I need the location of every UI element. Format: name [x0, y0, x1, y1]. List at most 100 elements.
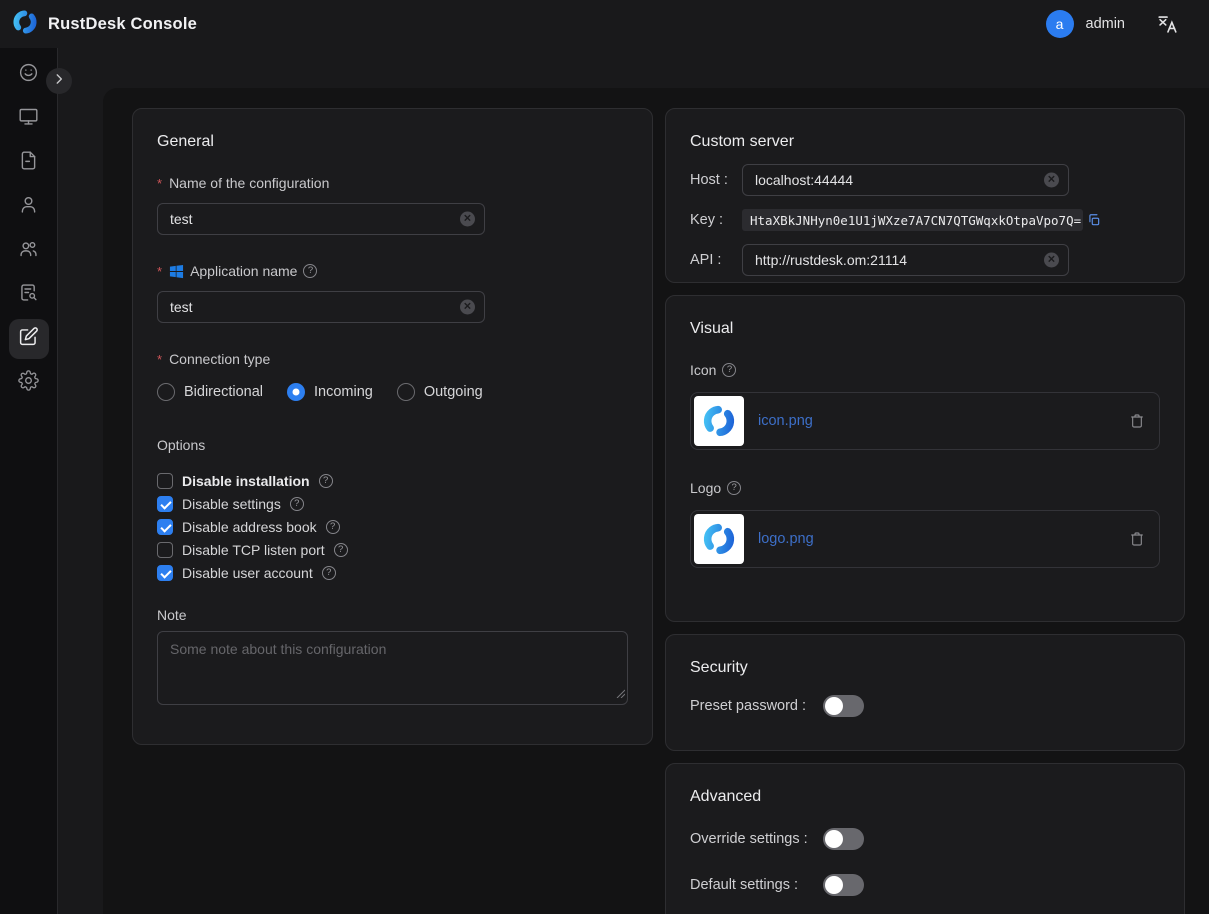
- application-name-field: ✕: [157, 291, 485, 323]
- trash-icon[interactable]: [1129, 413, 1145, 429]
- note-field: [157, 631, 628, 710]
- options-checkbox-list: Disable installation ? Disable settings …: [157, 473, 628, 581]
- checkbox-disable-tcp-listen-port[interactable]: Disable TCP listen port ?: [157, 542, 628, 558]
- icon-label: Icon: [690, 362, 716, 378]
- default-settings-label: Default settings :: [690, 877, 823, 893]
- application-name-input[interactable]: [170, 299, 454, 315]
- radio-circle-icon: [287, 383, 305, 401]
- checkbox-icon: [157, 542, 173, 558]
- key-value-chip: HtaXBkJNHyn0e1U1jWXze7A7CN7QTGWqxkOtpaVp…: [742, 209, 1083, 231]
- resize-grip-icon[interactable]: [615, 685, 625, 703]
- host-row: Host : ✕: [690, 164, 1160, 196]
- help-icon[interactable]: ?: [334, 543, 348, 557]
- checkbox-disable-user-account[interactable]: Disable user account ?: [157, 565, 628, 581]
- preset-password-row: Preset password :: [690, 695, 1160, 717]
- right-column: Custom server Host : ✕ Key : HtaXBkJNHyn…: [665, 108, 1185, 914]
- help-icon[interactable]: ?: [727, 481, 741, 495]
- clear-input-icon[interactable]: ✕: [1044, 173, 1059, 188]
- host-input[interactable]: [755, 172, 1038, 188]
- document-search-icon: [18, 282, 39, 308]
- copy-icon[interactable]: [1087, 213, 1101, 227]
- clear-input-icon[interactable]: ✕: [460, 212, 475, 227]
- sidebar-item-logs[interactable]: [9, 275, 49, 315]
- checkbox-disable-address-book[interactable]: Disable address book ?: [157, 519, 628, 535]
- default-settings-toggle[interactable]: [823, 874, 864, 896]
- visual-card: Visual Icon ? icon.png: [665, 295, 1185, 622]
- translate-language-icon[interactable]: [1155, 12, 1179, 36]
- help-icon[interactable]: ?: [290, 497, 304, 511]
- radio-bidirectional[interactable]: Bidirectional: [157, 383, 263, 401]
- settings-gear-icon: [18, 370, 39, 396]
- checkbox-icon: [157, 496, 173, 512]
- api-label: API :: [690, 252, 742, 268]
- sidebar-item-dashboard[interactable]: [9, 55, 49, 95]
- note-textarea[interactable]: [157, 631, 628, 705]
- host-field: ✕: [742, 164, 1069, 196]
- sidebar-item-users[interactable]: [9, 187, 49, 227]
- username[interactable]: admin: [1086, 16, 1126, 32]
- custom-server-card: Custom server Host : ✕ Key : HtaXBkJNHyn…: [665, 108, 1185, 283]
- config-name-label-row: * Name of the configuration: [157, 175, 628, 191]
- advanced-card: Advanced Override settings : Default set…: [665, 763, 1185, 914]
- preset-password-toggle[interactable]: [823, 695, 864, 717]
- radio-circle-icon: [157, 383, 175, 401]
- help-icon[interactable]: ?: [326, 520, 340, 534]
- checkbox-icon: [157, 473, 173, 489]
- checkbox-icon: [157, 519, 173, 535]
- devices-monitor-icon: [18, 106, 39, 132]
- topbar: RustDesk Console a admin: [0, 0, 1209, 48]
- application-name-label-row: * Application name ?: [157, 263, 628, 279]
- help-icon[interactable]: ?: [319, 474, 333, 488]
- windows-logo-icon: [169, 264, 184, 279]
- custom-server-title: Custom server: [690, 133, 1160, 151]
- sidebar: [0, 48, 58, 914]
- user-avatar[interactable]: a: [1046, 10, 1074, 38]
- clear-input-icon[interactable]: ✕: [460, 300, 475, 315]
- logo-file-link[interactable]: logo.png: [758, 531, 814, 547]
- logo-file-card: logo.png: [690, 510, 1160, 568]
- security-card: Security Preset password :: [665, 634, 1185, 751]
- required-asterisk: *: [157, 264, 162, 279]
- custom-client-edit-icon: [18, 326, 39, 352]
- required-asterisk: *: [157, 352, 162, 367]
- help-icon[interactable]: ?: [722, 363, 736, 377]
- host-label: Host :: [690, 172, 742, 188]
- override-settings-toggle[interactable]: [823, 828, 864, 850]
- config-name-input[interactable]: [170, 211, 454, 227]
- checkbox-disable-installation[interactable]: Disable installation ?: [157, 473, 628, 489]
- radio-incoming[interactable]: Incoming: [287, 383, 373, 401]
- icon-file-link[interactable]: icon.png: [758, 413, 813, 429]
- default-settings-row: Default settings :: [690, 874, 1160, 896]
- radio-circle-icon: [397, 383, 415, 401]
- sidebar-item-custom-client[interactable]: [9, 319, 49, 359]
- icon-file-card: icon.png: [690, 392, 1160, 450]
- clear-input-icon[interactable]: ✕: [1044, 253, 1059, 268]
- connection-type-label-row: * Connection type: [157, 351, 628, 367]
- help-icon[interactable]: ?: [303, 264, 317, 278]
- groups-icon: [18, 238, 39, 264]
- general-card: General * Name of the configuration ✕ * …: [132, 108, 653, 745]
- sidebar-expand-button[interactable]: [46, 68, 72, 94]
- sidebar-item-groups[interactable]: [9, 231, 49, 271]
- connection-type-radio-group: Bidirectional Incoming Outgoing: [157, 383, 628, 401]
- options-label: Options: [157, 437, 628, 453]
- checkbox-disable-settings[interactable]: Disable settings ?: [157, 496, 628, 512]
- required-asterisk: *: [157, 176, 162, 191]
- api-input[interactable]: [755, 252, 1038, 268]
- radio-outgoing[interactable]: Outgoing: [397, 383, 483, 401]
- key-value: HtaXBkJNHyn0e1U1jWXze7A7CN7QTGWqxkOtpaVp…: [750, 213, 1081, 228]
- trash-icon[interactable]: [1129, 531, 1145, 547]
- connection-type-label: Connection type: [169, 351, 270, 367]
- config-name-label: Name of the configuration: [169, 175, 329, 191]
- api-row: API : ✕: [690, 244, 1160, 276]
- api-field: ✕: [742, 244, 1069, 276]
- logo-label-row: Logo ?: [690, 480, 1160, 496]
- preset-password-label: Preset password :: [690, 698, 823, 714]
- note-label: Note: [157, 607, 628, 623]
- key-row: Key : HtaXBkJNHyn0e1U1jWXze7A7CN7QTGWqxk…: [690, 209, 1160, 231]
- sidebar-item-audit[interactable]: [9, 143, 49, 183]
- help-icon[interactable]: ?: [322, 566, 336, 580]
- sidebar-item-settings[interactable]: [9, 363, 49, 403]
- sidebar-item-devices[interactable]: [9, 99, 49, 139]
- logo-thumbnail: [694, 514, 744, 564]
